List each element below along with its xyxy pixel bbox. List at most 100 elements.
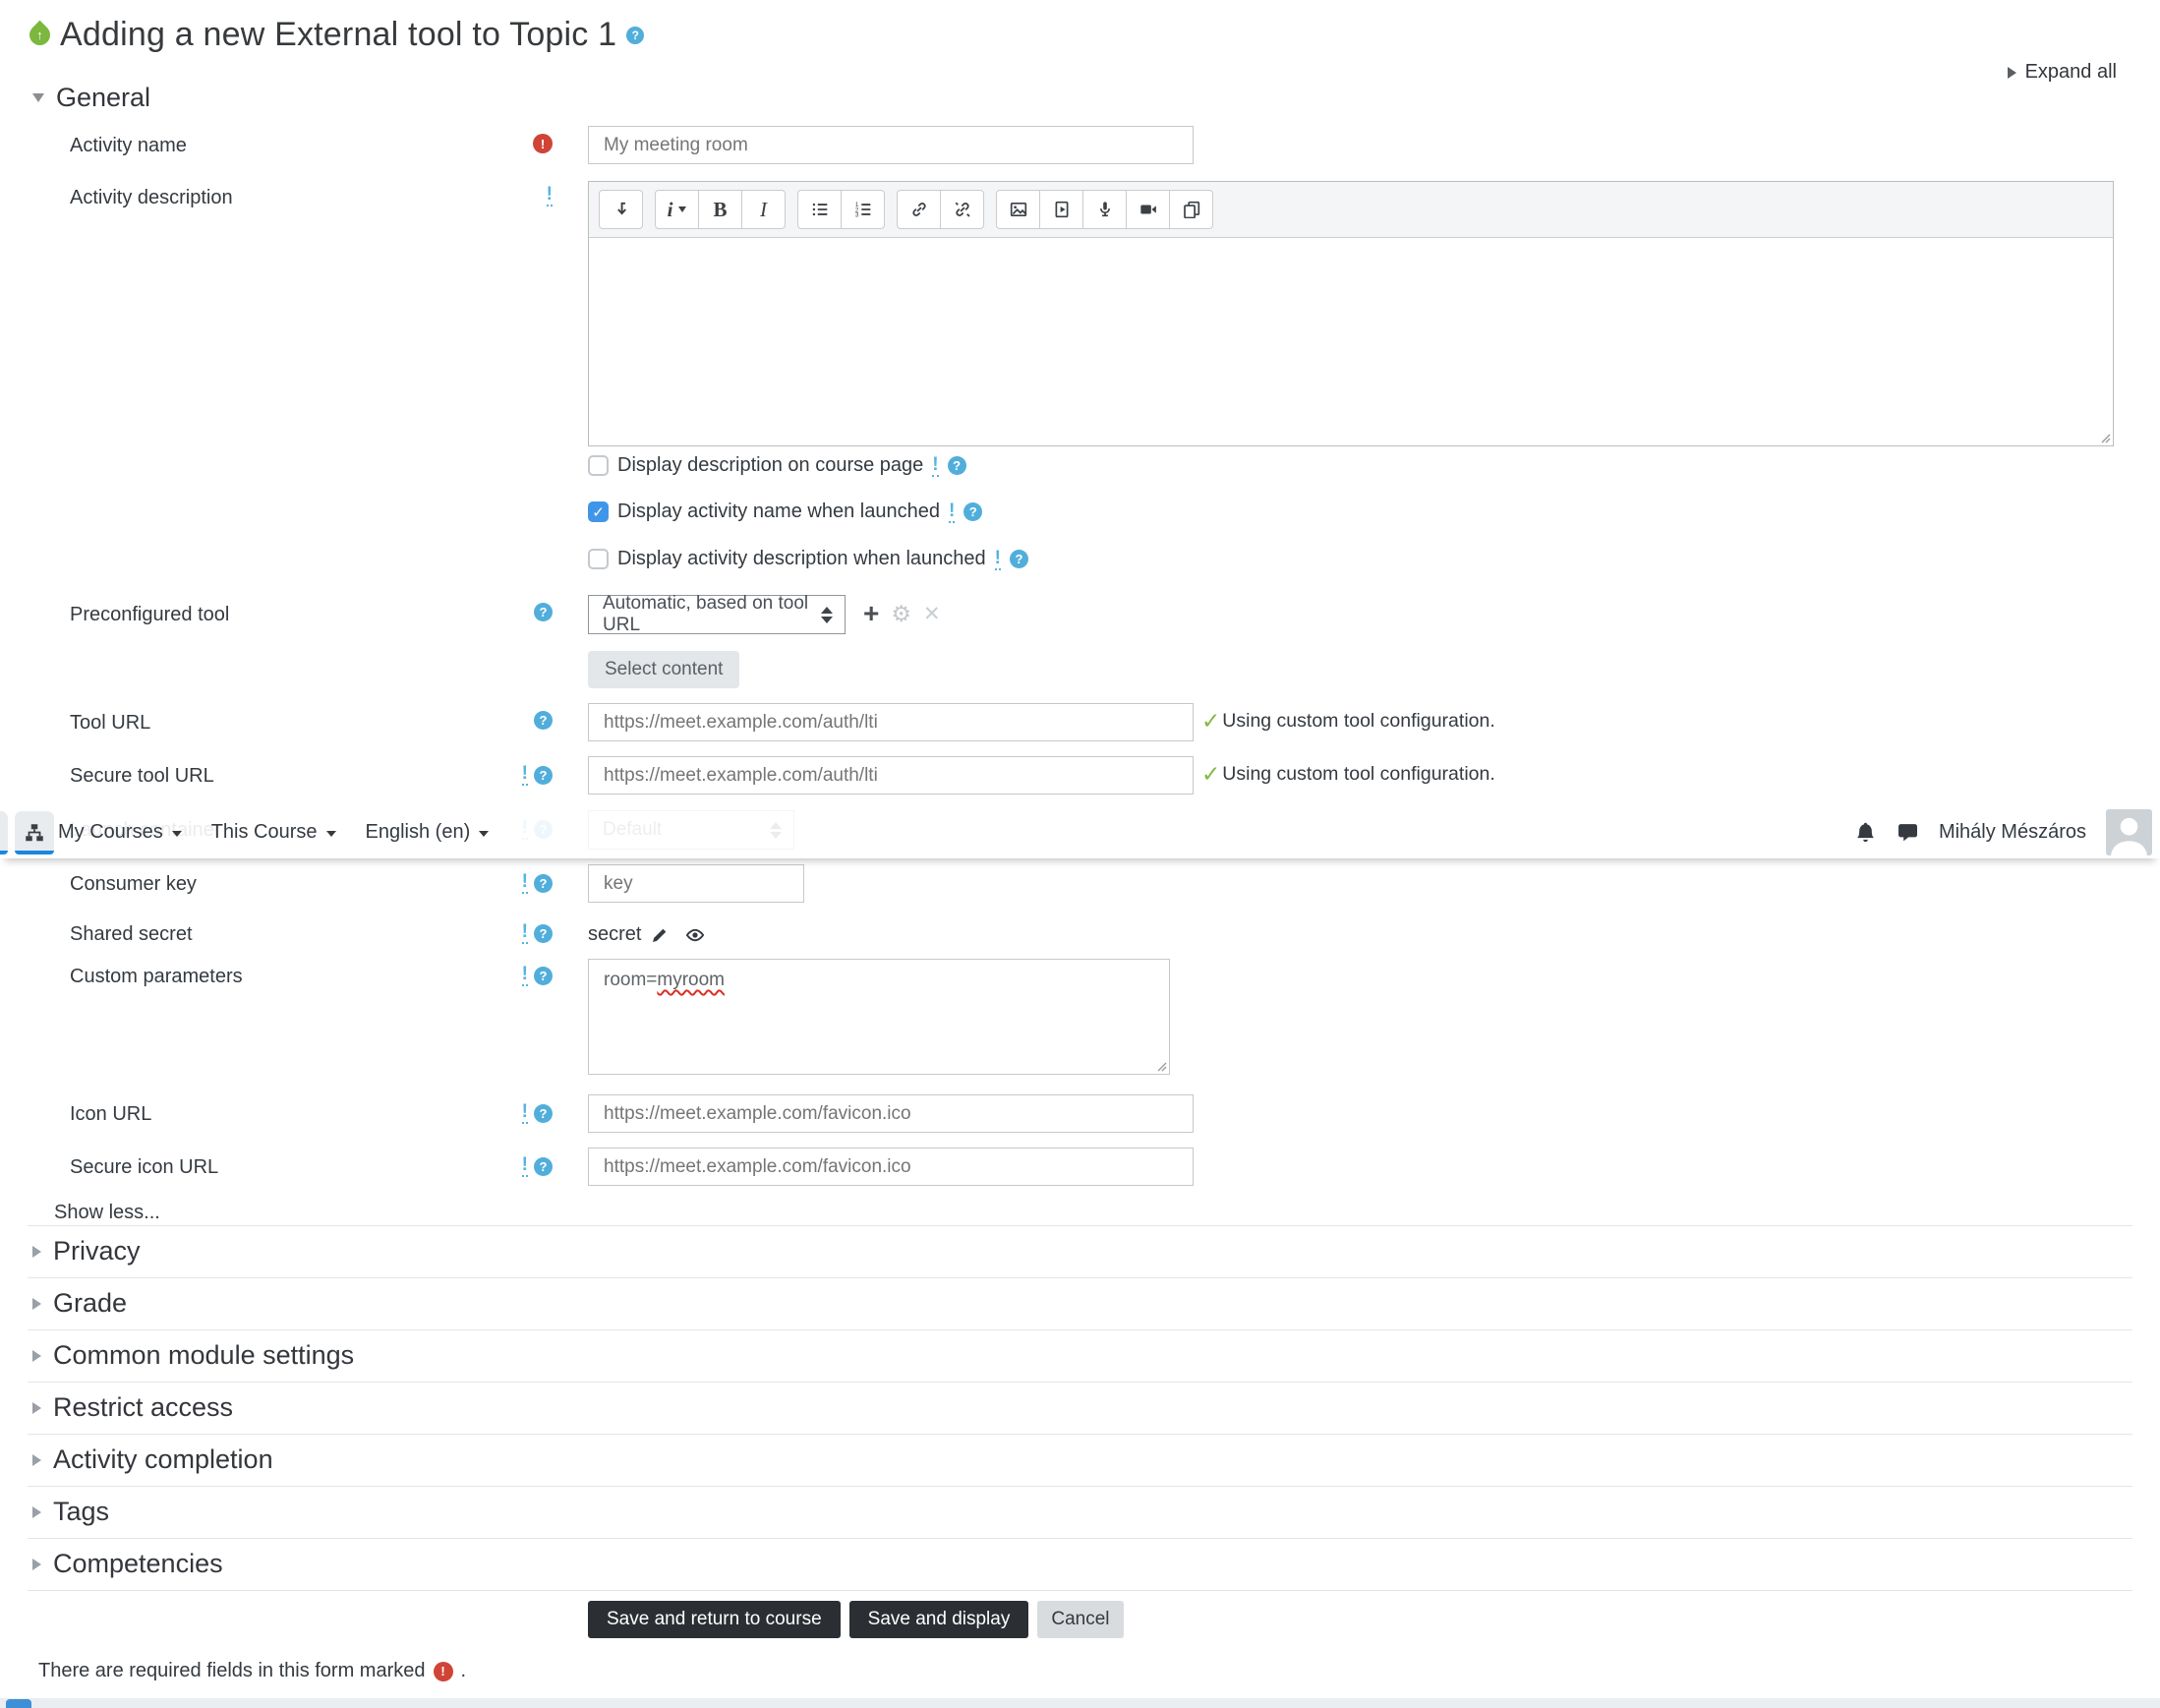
manage-files-icon[interactable] <box>1169 190 1213 229</box>
display-activity-name-checkbox[interactable]: ✓ <box>588 501 609 522</box>
user-name[interactable]: Mihály Mészáros <box>1939 821 2086 844</box>
section-heading-restrict-access[interactable]: Restrict access <box>32 1392 233 1423</box>
field-label: Preconfigured tool <box>70 604 230 625</box>
footer-edge <box>0 1698 2160 1708</box>
field-label: Tool URL <box>70 712 151 734</box>
help-icon[interactable]: ? <box>1009 550 1028 568</box>
resize-handle-icon[interactable] <box>2097 430 2111 443</box>
help-icon[interactable]: ? <box>534 923 553 943</box>
section-heading-common-module-settings[interactable]: Common module settings <box>32 1340 354 1371</box>
bold-icon[interactable]: B <box>698 190 742 229</box>
external-tool-activity-icon: ↑ <box>25 20 55 50</box>
display-description-checkbox[interactable] <box>588 455 609 476</box>
section-divider <box>28 1329 2132 1330</box>
avatar[interactable] <box>2106 809 2152 855</box>
secure-icon-url-input[interactable] <box>588 1148 1194 1186</box>
advanced-field-icon: ! <box>521 763 528 786</box>
help-icon[interactable]: ? <box>534 1156 553 1176</box>
section-divider <box>28 1434 2132 1435</box>
show-less-link[interactable]: Show less... <box>54 1202 160 1224</box>
link-icon[interactable] <box>897 190 941 229</box>
required-icon: ! <box>533 134 553 153</box>
help-icon[interactable]: ? <box>534 873 553 893</box>
nav-item-my-courses[interactable]: My Courses <box>58 821 182 844</box>
record-video-icon[interactable] <box>1126 190 1170 229</box>
preconfigured-tool-select[interactable]: Automatic, based on tool URL <box>588 593 846 635</box>
edit-pencil-icon[interactable] <box>651 926 669 944</box>
field-label: Activity name <box>70 135 187 156</box>
save-and-return-button[interactable]: Save and return to course <box>588 1601 841 1638</box>
section-heading-tags[interactable]: Tags <box>32 1497 109 1527</box>
check-icon: ✓ <box>1201 761 1221 787</box>
messages-icon[interactable] <box>1897 821 1919 844</box>
section-heading-general[interactable]: General <box>32 83 150 113</box>
section-divider <box>28 1538 2132 1539</box>
cancel-button[interactable]: Cancel <box>1037 1601 1124 1638</box>
section-heading-privacy[interactable]: Privacy <box>32 1236 141 1266</box>
help-icon[interactable]: ? <box>947 456 966 475</box>
edit-tool-gear-icon: ⚙ <box>891 600 911 626</box>
tool-url-input[interactable] <box>588 703 1194 741</box>
paragraph-styles-icon[interactable]: i <box>655 190 699 229</box>
select-content-button[interactable]: Select content <box>588 651 740 688</box>
save-and-display-button[interactable]: Save and display <box>848 1601 1029 1638</box>
checkbox-row-display-activity-name: ✓ Display activity name when launched ! … <box>588 501 983 523</box>
unordered-list-icon[interactable] <box>797 190 842 229</box>
display-activity-description-checkbox[interactable] <box>588 549 609 569</box>
custom-parameters-textarea[interactable]: room=myroom <box>588 959 1170 1075</box>
field-label: Consumer key <box>70 873 197 895</box>
show-secret-eye-icon[interactable] <box>684 924 706 946</box>
add-tool-icon[interactable]: + <box>863 600 879 627</box>
section-heading-grade[interactable]: Grade <box>32 1288 127 1319</box>
checkbox-label: Display activity description when launch… <box>617 548 986 569</box>
secure-tool-url-status: ✓ Using custom tool configuration. <box>1201 761 1495 787</box>
activity-description-editor-body[interactable] <box>589 238 2113 445</box>
nav-user-area: Mihály Mészáros <box>1854 806 2152 858</box>
help-icon[interactable]: ? <box>534 966 553 985</box>
notifications-bell-icon[interactable] <box>1854 821 1877 844</box>
insert-media-icon[interactable] <box>1039 190 1083 229</box>
resize-handle-icon[interactable] <box>1153 1058 1167 1072</box>
help-icon[interactable]: ? <box>534 711 553 730</box>
consumer-key-input[interactable] <box>588 864 804 903</box>
section-heading-competencies[interactable]: Competencies <box>32 1549 223 1579</box>
shared-secret-value-line: secret <box>588 923 706 946</box>
unlink-icon[interactable] <box>940 190 984 229</box>
tool-url-status: ✓ Using custom tool configuration. <box>1201 708 1495 734</box>
section-divider <box>28 1486 2132 1487</box>
collapsed-triangle-icon <box>32 1297 41 1310</box>
help-icon[interactable]: ? <box>534 1103 553 1123</box>
section-divider <box>28 1277 2132 1278</box>
secure-tool-url-input[interactable] <box>588 756 1194 795</box>
activity-name-input[interactable] <box>588 126 1194 164</box>
title-help-icon[interactable]: ? <box>626 26 645 44</box>
help-icon[interactable]: ? <box>534 765 553 785</box>
advanced-field-icon: ! <box>932 453 939 477</box>
section-heading-activity-completion[interactable]: Activity completion <box>32 1444 273 1475</box>
checkbox-row-display-activity-description: Display activity description when launch… <box>588 548 1028 570</box>
site-structure-tab[interactable] <box>15 811 54 854</box>
help-icon[interactable]: ? <box>963 502 983 521</box>
ordered-list-icon[interactable]: 123 <box>841 190 885 229</box>
expand-all-link[interactable]: Expand all <box>2007 61 2117 84</box>
chevron-down-icon <box>479 830 490 837</box>
record-audio-icon[interactable] <box>1082 190 1127 229</box>
nav-item-language[interactable]: English (en) <box>366 821 490 844</box>
collapse-toolbar-icon[interactable] <box>599 190 643 229</box>
expand-all-triangle-icon <box>2007 66 2016 79</box>
activity-description-editor: i B I 123 <box>588 181 2114 446</box>
drawer-tab-partial[interactable] <box>0 811 8 854</box>
advanced-field-icon: ! <box>546 184 553 206</box>
nav-item-this-course[interactable]: This Course <box>211 821 336 844</box>
top-navbar: My Courses This Course English (en) Mihá… <box>0 806 2160 858</box>
advanced-field-icon: ! <box>994 547 1001 570</box>
field-label: Shared secret <box>70 923 193 945</box>
field-label: Icon URL <box>70 1103 152 1125</box>
help-icon[interactable]: ? <box>534 603 553 621</box>
insert-image-icon[interactable] <box>996 190 1040 229</box>
icon-url-input[interactable] <box>588 1094 1194 1133</box>
checkbox-label: Display activity name when launched <box>617 501 940 522</box>
advanced-field-icon: ! <box>521 921 528 944</box>
collapsed-triangle-icon <box>32 1349 41 1362</box>
italic-icon[interactable]: I <box>741 190 786 229</box>
